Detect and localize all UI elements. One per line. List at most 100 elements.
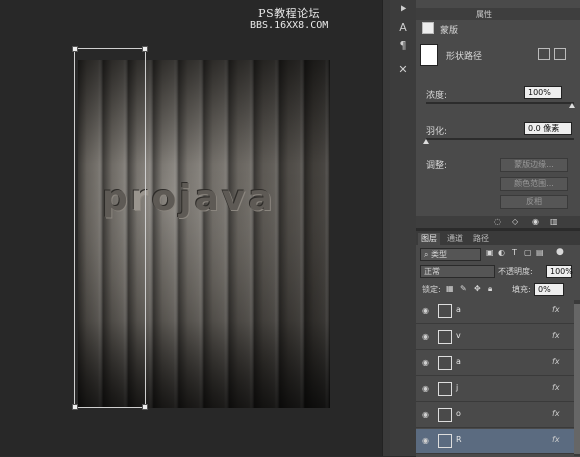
- feather-slider-thumb[interactable]: [423, 139, 429, 144]
- shape-layer-thumbnail-icon: [438, 434, 452, 448]
- properties-title: 属性: [476, 10, 492, 19]
- feather-slider[interactable]: [426, 138, 574, 140]
- layer-row[interactable]: ◉ o fx: [416, 403, 574, 428]
- eye-icon[interactable]: ◉: [422, 333, 432, 341]
- feather-field[interactable]: 0.0 像素: [524, 122, 572, 135]
- properties-footer: ◌ ◇ ◉ ▥: [416, 216, 580, 228]
- feather-label: 羽化:: [426, 127, 448, 137]
- lock-pixels-icon[interactable]: ✎: [460, 284, 467, 293]
- eye-icon[interactable]: ◉: [422, 411, 432, 419]
- lock-position-icon[interactable]: ✥: [474, 284, 481, 293]
- filter-kind-select[interactable]: ⌕ 类型: [420, 248, 481, 261]
- density-slider-thumb[interactable]: [569, 103, 575, 108]
- layer-name: j: [456, 383, 459, 392]
- letter-v: v: [221, 178, 249, 219]
- lock-label: 锁定:: [422, 285, 441, 294]
- corner-handle-tl[interactable]: [72, 46, 78, 52]
- layers-tabbar: 图层 通道 路径: [416, 231, 580, 245]
- path-thumbnail: [420, 44, 438, 66]
- selection-icon[interactable]: ◌: [494, 217, 501, 226]
- opacity-label: 不透明度:: [498, 267, 533, 276]
- fx-icon[interactable]: fx: [552, 357, 560, 366]
- add-mask-icon[interactable]: [538, 48, 550, 60]
- fx-icon[interactable]: fx: [552, 383, 560, 392]
- path-bounding-box[interactable]: [74, 48, 146, 408]
- apply-mask-icon[interactable]: ◇: [512, 217, 518, 226]
- corner-handle-tr[interactable]: [142, 46, 148, 52]
- panel-icon-strip: ⯈ A ¶ ✕: [390, 0, 417, 456]
- letter-j: j: [179, 178, 195, 219]
- shape-layer-thumbnail-icon: [438, 304, 452, 318]
- invert-button[interactable]: 反相: [500, 195, 568, 209]
- watermark-line1: PS教程论坛: [258, 7, 321, 20]
- layers-scrollbar-thumb[interactable]: [574, 304, 580, 454]
- adjust-label: 调整:: [426, 161, 448, 171]
- mask-edge-button[interactable]: 蒙版边缘...: [500, 158, 568, 172]
- layer-row[interactable]: ◉ j fx: [416, 377, 574, 402]
- corner-handle-bl[interactable]: [72, 404, 78, 410]
- eye-icon[interactable]: ◉: [422, 307, 432, 315]
- visibility-icon[interactable]: ◉: [532, 217, 539, 226]
- vector-mask-icon[interactable]: [554, 48, 566, 60]
- fill-label: 填充:: [512, 285, 531, 294]
- tools-icon[interactable]: ✕: [395, 62, 411, 78]
- text-tool-icon[interactable]: A: [395, 20, 411, 36]
- blend-mode-value: 正常: [424, 267, 440, 276]
- type-filter-icon[interactable]: T: [512, 248, 517, 257]
- arrow-tool-icon[interactable]: ⯈: [395, 2, 411, 18]
- pixel-filter-icon[interactable]: ▣: [486, 248, 494, 257]
- fx-icon[interactable]: fx: [552, 409, 560, 418]
- fx-icon[interactable]: fx: [552, 435, 560, 444]
- blend-mode-select[interactable]: 正常: [420, 265, 495, 278]
- layer-row[interactable]: ◉ a fx: [416, 299, 574, 324]
- delete-icon[interactable]: ▥: [550, 217, 558, 226]
- color-range-button[interactable]: 颜色范围...: [500, 177, 568, 191]
- fx-icon[interactable]: fx: [552, 331, 560, 340]
- shape-layer-thumbnail-icon: [438, 382, 452, 396]
- shape-layer-thumbnail-icon: [438, 330, 452, 344]
- shape-filter-icon[interactable]: ▢: [524, 248, 532, 257]
- letter-a2: a: [248, 178, 276, 219]
- eye-icon[interactable]: ◉: [422, 359, 432, 367]
- fx-icon[interactable]: fx: [552, 305, 560, 314]
- layer-row[interactable]: ◉ Rfx: [416, 429, 574, 454]
- search-icon: ⌕: [424, 250, 432, 259]
- shape-layer-thumbnail-icon: [438, 356, 452, 370]
- layer-name: o: [456, 409, 461, 418]
- opacity-field[interactable]: 100%: [546, 265, 573, 278]
- eye-icon[interactable]: ◉: [422, 385, 432, 393]
- letter-a1: a: [194, 178, 222, 219]
- shape-layer-thumbnail-icon: [438, 408, 452, 422]
- corner-handle-br[interactable]: [142, 404, 148, 410]
- smart-filter-icon[interactable]: ▤: [536, 248, 544, 257]
- filter-kind-value: 类型: [431, 250, 448, 259]
- properties-header: 属性: [416, 8, 580, 20]
- document-canvas-area[interactable]: PS教程论坛 BBS.16XX8.COM projava: [0, 0, 382, 456]
- watermark-line2: BBS.16XX8.COM: [250, 20, 329, 31]
- letter-o: o: [151, 178, 180, 219]
- tab-channels[interactable]: 通道: [444, 233, 466, 245]
- paragraph-icon[interactable]: ¶: [395, 38, 411, 54]
- eye-icon[interactable]: ◉: [422, 437, 432, 445]
- layers-scrollbar[interactable]: [574, 300, 580, 456]
- tab-layers[interactable]: 图层: [418, 233, 440, 245]
- density-label: 浓度:: [426, 91, 448, 101]
- tab-paths[interactable]: 路径: [470, 233, 492, 245]
- properties-panel: 属性 蒙版 形状路径 浓度: 100% 羽化: 0.0 像素 调整: 蒙版边缘.…: [416, 0, 580, 228]
- density-slider[interactable]: [426, 102, 574, 104]
- layer-name: v: [456, 331, 461, 340]
- layer-row[interactable]: ◉ v fx: [416, 325, 574, 350]
- shape-path-row[interactable]: 形状路径: [420, 44, 576, 66]
- layer-name: R: [456, 435, 462, 444]
- layer-row[interactable]: ◉ a fx: [416, 351, 574, 376]
- shape-path-label: 形状路径: [446, 52, 483, 62]
- lock-all-icon[interactable]: 🔒︎: [488, 284, 492, 294]
- fill-field[interactable]: 0%: [534, 283, 564, 296]
- mask-label: 蒙版: [440, 26, 459, 36]
- layer-name: a: [456, 357, 461, 366]
- density-field[interactable]: 100%: [524, 86, 562, 99]
- lock-transparent-icon[interactable]: ▦: [446, 284, 454, 293]
- layers-panel: 图层 通道 路径 ⌕ 类型 ▣ ◐ T ▢ ▤ ● 正常 不透明度: 100% …: [416, 230, 580, 457]
- filter-toggle-icon[interactable]: ●: [556, 247, 564, 257]
- adjust-filter-icon[interactable]: ◐: [498, 248, 505, 257]
